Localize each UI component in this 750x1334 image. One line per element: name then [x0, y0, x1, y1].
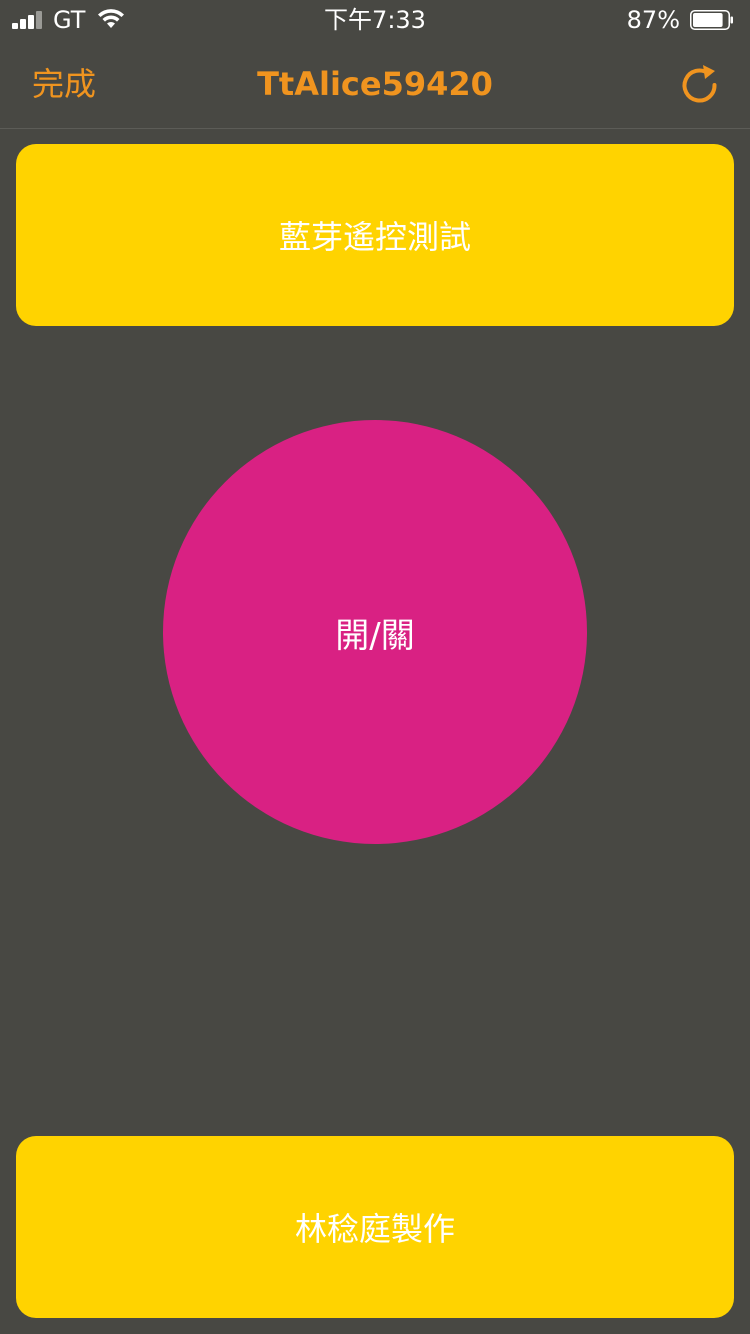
credits-button[interactable]: 林稔庭製作: [16, 1136, 734, 1318]
device-title: TtAlice59420: [257, 65, 493, 103]
refresh-icon[interactable]: [678, 62, 722, 106]
battery-icon: [690, 10, 733, 30]
power-toggle-label: 開/關: [335, 615, 415, 656]
navigation-bar: 完成 TtAlice59420: [0, 40, 750, 129]
status-bar: GT 下午7:33 87%: [0, 0, 750, 40]
bluetooth-test-button[interactable]: 藍芽遙控測試: [16, 144, 734, 326]
battery-percentage: 87%: [626, 6, 680, 34]
power-toggle-button[interactable]: 開/關: [163, 420, 587, 844]
credits-label: 林稔庭製作: [294, 1210, 455, 1248]
bluetooth-test-label: 藍芽遙控測試: [278, 218, 471, 256]
